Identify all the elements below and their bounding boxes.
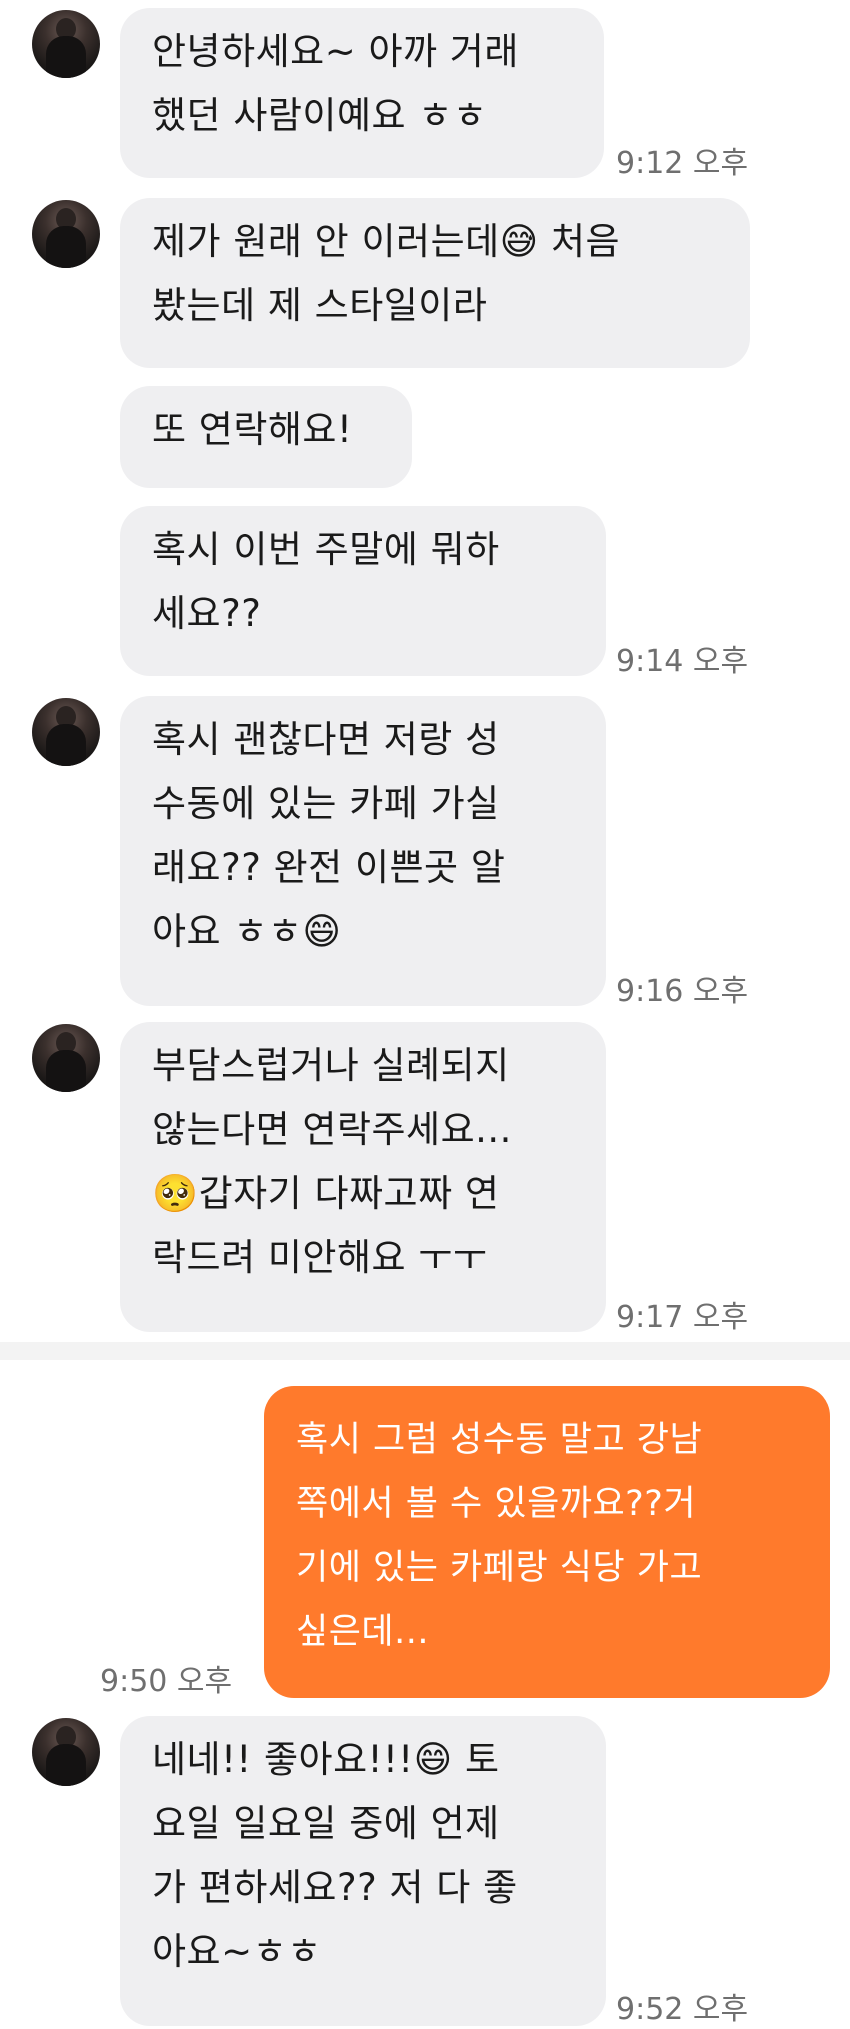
avatar[interactable]	[32, 1718, 100, 1786]
avatar[interactable]	[32, 1024, 100, 1092]
section-divider	[0, 1342, 850, 1360]
sent-message-bubble: 혹시 그럼 성수동 말고 강남 쪽에서 볼 수 있을까요??거 기에 있는 카페…	[264, 1386, 830, 1698]
received-message-bubble: 또 연락해요!	[120, 386, 412, 488]
received-message-bubble: 혹시 괜찮다면 저랑 성 수동에 있는 카페 가실 래요?? 완전 이쁜곳 알 …	[120, 696, 606, 1006]
message-timestamp: 9:50 오후	[100, 1664, 233, 1699]
received-message-bubble: 부담스럽거나 실례되지 않는다면 연락주세요... 🥺갑자기 다짜고짜 연 락드…	[120, 1022, 606, 1332]
message-timestamp: 9:17 오후	[616, 1300, 749, 1335]
message-timestamp: 9:12 오후	[616, 146, 749, 181]
message-timestamp: 9:52 오후	[616, 1992, 749, 2027]
received-message-bubble: 네네!! 좋아요!!!😄 토 요일 일요일 중에 언제 가 편하세요?? 저 다…	[120, 1716, 606, 2026]
received-message-bubble: 제가 원래 안 이러는데😅 처음 봤는데 제 스타일이라	[120, 198, 750, 368]
avatar[interactable]	[32, 10, 100, 78]
received-message-bubble: 안녕하세요~ 아까 거래 했던 사람이예요 ㅎㅎ	[120, 8, 604, 178]
avatar[interactable]	[32, 698, 100, 766]
received-message-bubble: 혹시 이번 주말에 뭐하 세요??	[120, 506, 606, 676]
avatar[interactable]	[32, 200, 100, 268]
message-timestamp: 9:14 오후	[616, 644, 749, 679]
message-timestamp: 9:16 오후	[616, 974, 749, 1009]
